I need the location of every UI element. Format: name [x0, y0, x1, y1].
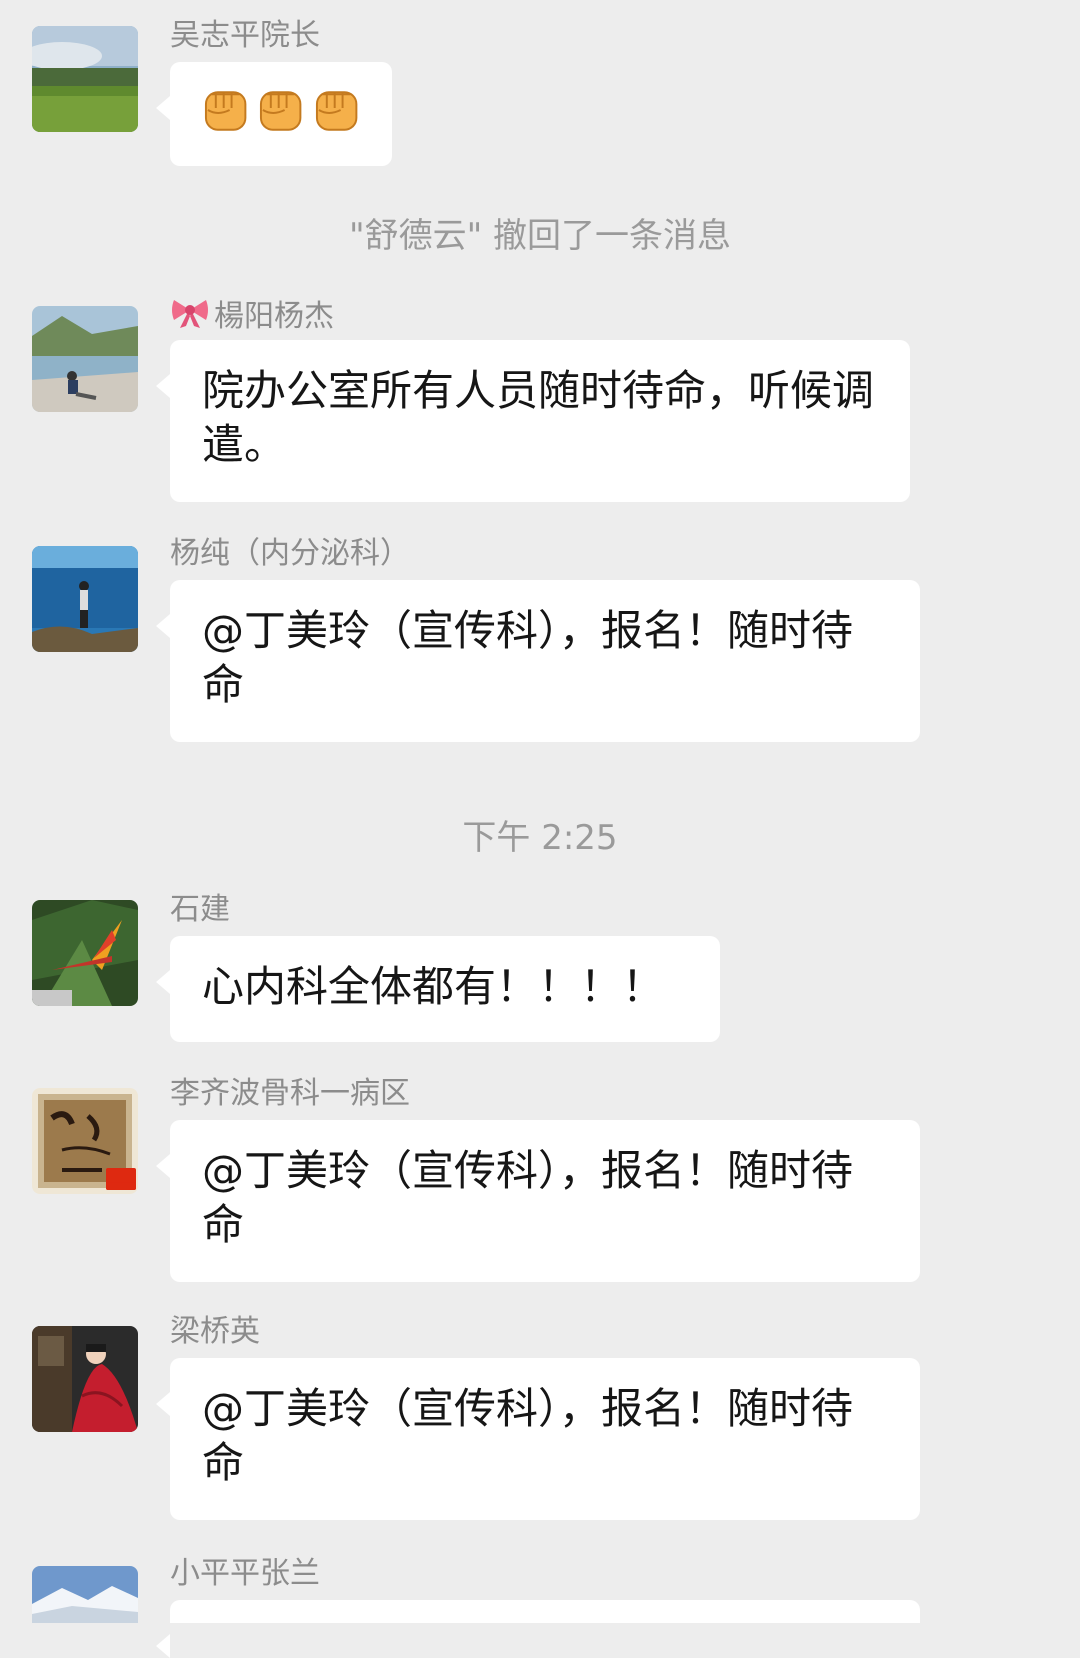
- message-bubble[interactable]: @丁美玲（宣传科），报名！随时待命: [156, 1358, 920, 1520]
- avatar[interactable]: [32, 900, 138, 1006]
- avatar[interactable]: [32, 1326, 138, 1432]
- sender-name: 楊阳杨杰: [214, 299, 334, 334]
- message-bubble[interactable]: [156, 62, 392, 166]
- avatar[interactable]: [32, 546, 138, 652]
- message-bubble[interactable]: @丁美玲（宣传科），报名！随时待命: [156, 580, 920, 742]
- ribbon-icon: [172, 300, 208, 328]
- avatar[interactable]: [32, 26, 138, 132]
- fist-icon: [260, 91, 302, 131]
- avatar[interactable]: [32, 1566, 138, 1623]
- avatar[interactable]: [32, 306, 138, 412]
- system-message: "舒德云" 撤回了一条消息: [348, 216, 732, 256]
- emoji-row: [202, 84, 360, 134]
- message-bubble[interactable]: @丁美玲（宣传科），报名！随时待命: [156, 1120, 920, 1282]
- message-bubble[interactable]: 心内科全体都有！！！！: [156, 936, 720, 1042]
- sender-name-row: 楊阳杨杰: [170, 296, 334, 335]
- fist-icon: [204, 91, 247, 131]
- china-flag-icon: [106, 1168, 136, 1190]
- sender-name: 石建: [170, 892, 230, 927]
- sender-name: 吴志平院长: [170, 18, 320, 53]
- chat-message-list[interactable]: 吴志平院长 "舒德云" 撤回了一条消息 楊阳杨杰 院办公室所有人员随时待命，听候…: [0, 0, 1080, 1658]
- fist-icon: [315, 91, 358, 131]
- sender-name: 李齐波骨科一病区: [170, 1076, 410, 1111]
- sender-name: 小平平张兰: [170, 1556, 320, 1591]
- message-bubble[interactable]: 院办公室所有人员随时待命，听候调遣。: [156, 340, 910, 502]
- avatar[interactable]: [32, 1088, 138, 1194]
- sender-name: 梁桥英: [170, 1314, 260, 1349]
- timestamp: 下午 2:25: [462, 818, 618, 858]
- message-bubble[interactable]: [156, 1600, 920, 1658]
- sender-name: 杨纯（内分泌科）: [170, 536, 410, 571]
